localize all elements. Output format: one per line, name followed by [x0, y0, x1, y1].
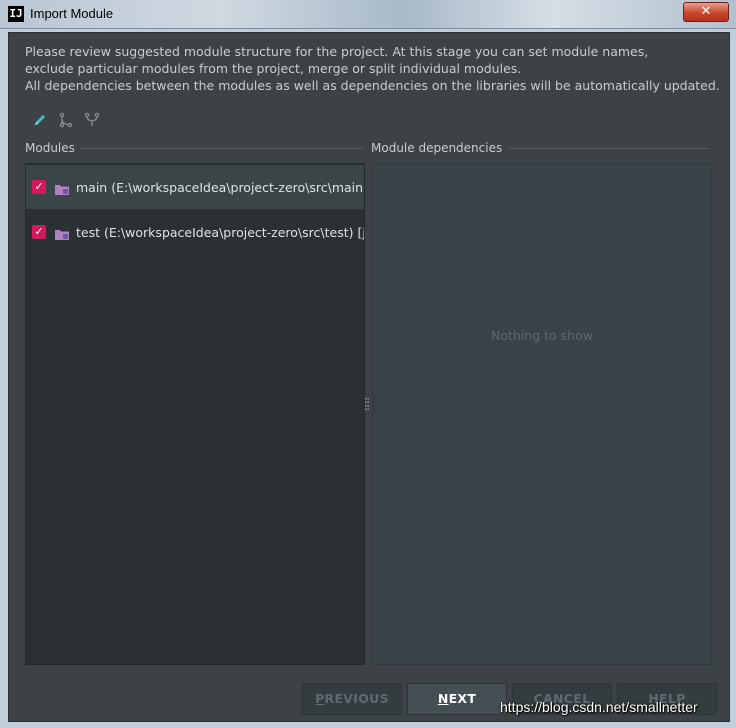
module-main-label: main (E:\workspaceIdea\project-zero\src\…: [76, 179, 364, 195]
modules-header-divider: [80, 147, 363, 149]
modules-header: Modules: [25, 140, 363, 156]
modules-list[interactable]: ✓ main (E:\workspaceIdea\project-zero\sr…: [25, 163, 365, 665]
next-label: EXT: [448, 691, 477, 706]
title-bar: IJ Import Module ✕: [0, 0, 736, 29]
description-line-3: All dependencies between the modules as …: [25, 78, 720, 93]
close-button[interactable]: ✕: [683, 2, 729, 22]
window-title: Import Module: [30, 6, 114, 21]
module-test-checkbox[interactable]: ✓: [32, 225, 46, 239]
next-mnemonic: N: [437, 691, 449, 706]
module-test-label: test (E:\workspaceIdea\project-zero\src\…: [76, 224, 364, 240]
merge-icon[interactable]: [83, 111, 101, 129]
intellij-app-icon: IJ: [8, 6, 24, 22]
split-icon[interactable]: [57, 111, 75, 129]
module-row-test[interactable]: ✓ test (E:\workspaceIdea\project-zero\sr…: [26, 210, 364, 254]
dialog-content: Please review suggested module structure…: [8, 32, 730, 722]
previous-label: REVIOUS: [324, 691, 389, 706]
description: Please review suggested module structure…: [25, 43, 720, 94]
module-folder-icon: [54, 226, 70, 240]
description-line-2: exclude particular modules from the proj…: [25, 61, 522, 76]
panel-splitter-handle[interactable]: [365, 397, 369, 411]
dependencies-header: Module dependencies: [371, 140, 709, 156]
dependencies-header-label: Module dependencies: [371, 141, 503, 155]
description-line-1: Please review suggested module structure…: [25, 44, 649, 59]
dependencies-header-divider: [508, 147, 709, 149]
next-button[interactable]: NEXT: [407, 683, 507, 715]
modules-header-label: Modules: [25, 141, 75, 155]
watermark-text: https://blog.csdn.net/smallnetter: [500, 699, 698, 715]
edit-icon[interactable]: [31, 111, 49, 129]
previous-button[interactable]: PREVIOUS: [302, 683, 402, 715]
module-main-checkbox[interactable]: ✓: [32, 180, 46, 194]
empty-state-text: Nothing to show: [491, 328, 593, 343]
module-row-main[interactable]: ✓ main (E:\workspaceIdea\project-zero\sr…: [26, 165, 364, 209]
dependencies-panel[interactable]: Nothing to show: [372, 163, 712, 665]
previous-mnemonic: P: [315, 691, 325, 706]
module-folder-icon: [54, 181, 70, 195]
